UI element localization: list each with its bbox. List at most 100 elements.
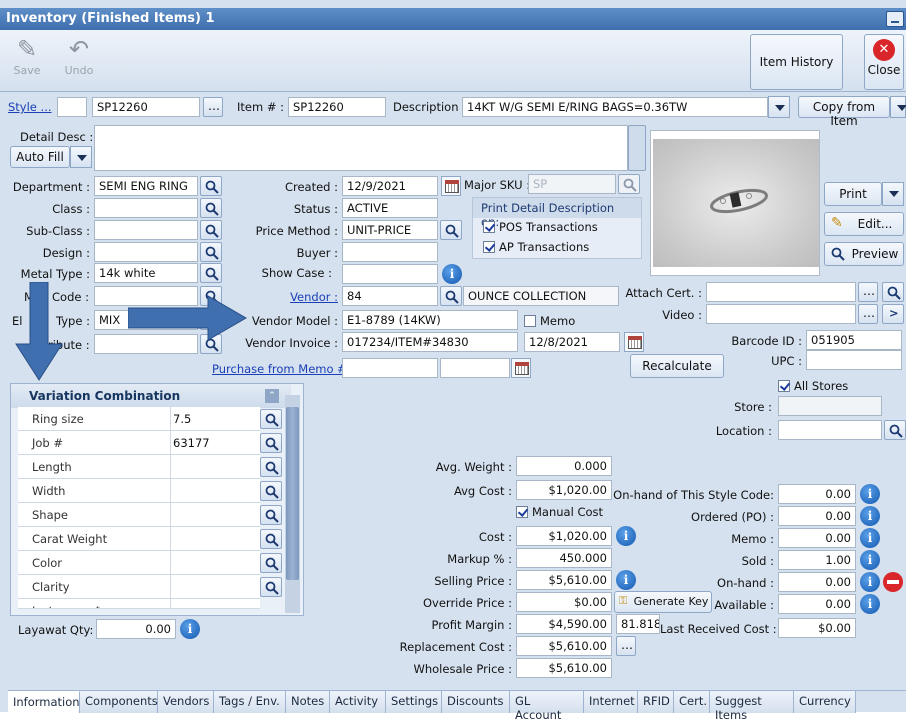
replacement-cost-browse-button[interactable]	[616, 636, 636, 656]
buyer-input[interactable]	[342, 242, 438, 262]
class-input[interactable]	[94, 198, 198, 218]
vendor-input[interactable]: 84	[342, 286, 438, 306]
collapse-icon[interactable]: ⌃	[265, 389, 279, 403]
variation-row[interactable]: Color	[18, 551, 260, 575]
created-input[interactable]: 12/9/2021	[342, 176, 438, 196]
remove-icon[interactable]	[883, 572, 903, 592]
vendor-model-input[interactable]: E1-8789 (14KW)	[342, 310, 518, 330]
edit-button[interactable]: ✎ Edit...	[824, 212, 904, 236]
tab-information[interactable]: Information	[8, 691, 80, 713]
pos-transactions-checkbox[interactable]: POS Transactions	[483, 220, 598, 234]
ordered-info-icon[interactable]: i	[860, 506, 880, 526]
tab-gl-account[interactable]: GL Account	[510, 691, 584, 722]
class-search-button[interactable]	[200, 198, 222, 218]
subclass-search-button[interactable]	[200, 220, 222, 240]
variation-scrollbar[interactable]	[285, 395, 300, 613]
pos-checkbox-box[interactable]	[483, 221, 495, 233]
detail-desc-scroll[interactable]	[628, 125, 646, 171]
status-input[interactable]: ACTIVE	[342, 198, 438, 218]
tab-activity[interactable]: Activity	[330, 691, 386, 713]
vendor-link[interactable]: Vendor :	[230, 290, 338, 304]
manual-cost-checkbox-box[interactable]	[516, 506, 528, 518]
variation-row-search-button[interactable]	[260, 457, 282, 477]
sold-info-icon[interactable]: i	[860, 550, 880, 570]
tab-tags-env[interactable]: Tags / Env.	[214, 691, 286, 713]
all-stores-checkbox[interactable]: All Stores	[778, 379, 848, 393]
department-search-button[interactable]	[200, 176, 222, 196]
variation-row-value[interactable]: 7.5	[173, 412, 191, 426]
design-input[interactable]	[94, 242, 198, 262]
memo-checkbox-box[interactable]	[524, 315, 536, 327]
location-input[interactable]	[778, 420, 882, 440]
upc-input[interactable]	[806, 350, 902, 370]
major-sku-input[interactable]: SP	[528, 174, 616, 194]
tab-rfid[interactable]: RFID	[638, 691, 674, 713]
cost-input[interactable]: $1,020.00	[516, 526, 612, 546]
style-input[interactable]: SP12260	[92, 97, 200, 117]
onhand-info-icon[interactable]: i	[860, 572, 880, 592]
purchase-memo-calendar-icon[interactable]	[511, 358, 531, 378]
item-number-input[interactable]: SP12260	[288, 97, 386, 117]
memo-info-icon[interactable]: i	[860, 528, 880, 548]
variation-row[interactable]: Instagram $	[18, 599, 260, 609]
markup-input[interactable]: 450.000	[516, 548, 612, 568]
video-input[interactable]	[706, 304, 856, 324]
tab-internet[interactable]: Internet	[584, 691, 638, 713]
auto-fill-button[interactable]: Auto Fill	[10, 146, 70, 168]
detail-desc-input[interactable]	[94, 125, 628, 171]
vendor-invoice-input[interactable]: 017234/ITEM#34830	[342, 332, 518, 352]
memo-checkbox[interactable]: Memo	[524, 314, 575, 328]
variation-row[interactable]: Ring size 7.5	[18, 407, 260, 431]
invoice-calendar-icon[interactable]	[624, 332, 644, 352]
variation-row[interactable]: Carat Weight	[18, 527, 260, 551]
style-prefix-input[interactable]	[57, 97, 87, 117]
replacement-cost-input[interactable]: $5,610.00	[516, 636, 612, 656]
tab-vendors[interactable]: Vendors	[158, 691, 214, 713]
layaway-info-icon[interactable]: i	[180, 619, 200, 639]
item-photo[interactable]	[653, 139, 819, 267]
undo-button[interactable]: ↶ Undo	[60, 34, 98, 77]
layaway-qty-input[interactable]: 0.00	[96, 619, 176, 639]
description-input[interactable]: 14KT W/G SEMI E/RING BAGS=0.36TW	[462, 97, 768, 117]
variation-row-search-button[interactable]	[260, 481, 282, 501]
purchase-from-memo-link[interactable]: Purchase from Memo # :	[212, 362, 354, 376]
variation-row-search-button[interactable]	[260, 529, 282, 549]
show-case-info-icon[interactable]: i	[442, 264, 462, 284]
tab-currency[interactable]: Currency	[794, 691, 856, 713]
price-method-search-button[interactable]	[440, 220, 462, 240]
attach-cert-browse-button[interactable]	[858, 282, 878, 302]
preview-button[interactable]: Preview	[824, 242, 904, 266]
tab-cert[interactable]: Cert.	[674, 691, 710, 713]
ap-checkbox-box[interactable]	[483, 241, 495, 253]
selling-price-input[interactable]: $5,610.00	[516, 570, 612, 590]
ap-transactions-checkbox[interactable]: AP Transactions	[483, 240, 589, 254]
all-stores-checkbox-box[interactable]	[778, 380, 790, 392]
variation-row[interactable]: Length	[18, 455, 260, 479]
store-select[interactable]	[778, 396, 882, 416]
description-dropdown[interactable]	[768, 96, 790, 118]
vendor-search-button[interactable]	[440, 286, 462, 306]
calendar-icon[interactable]	[441, 176, 461, 196]
barcode-input[interactable]: 051905	[806, 330, 902, 350]
close-button[interactable]: ✕ Close	[864, 34, 904, 90]
style-browse-button[interactable]	[203, 97, 223, 117]
attach-cert-input[interactable]	[706, 282, 856, 302]
tab-settings[interactable]: Settings	[386, 691, 442, 713]
variation-row[interactable]: Job # 63177	[18, 431, 260, 455]
override-price-input[interactable]: $0.00	[516, 592, 612, 612]
save-button[interactable]: ✎ Save	[10, 34, 44, 77]
variation-row-search-button[interactable]	[260, 433, 282, 453]
major-sku-search-button[interactable]	[618, 174, 640, 194]
invoice-date-input[interactable]: 12/8/2021	[524, 332, 620, 352]
tab-discounts[interactable]: Discounts	[442, 691, 510, 713]
style-link[interactable]: Style ...	[8, 100, 52, 114]
variation-row-value[interactable]: 63177	[173, 436, 210, 450]
available-info-icon[interactable]: i	[860, 594, 880, 614]
tab-components[interactable]: Components	[80, 691, 158, 713]
video-play-button[interactable]: >	[882, 304, 904, 324]
onhand-style-info-icon[interactable]: i	[860, 484, 880, 504]
variation-row[interactable]: Width	[18, 479, 260, 503]
subclass-input[interactable]	[94, 220, 198, 240]
copy-from-item-button[interactable]: Copy from Item	[798, 96, 890, 128]
recalculate-button[interactable]: Recalculate	[630, 354, 724, 378]
